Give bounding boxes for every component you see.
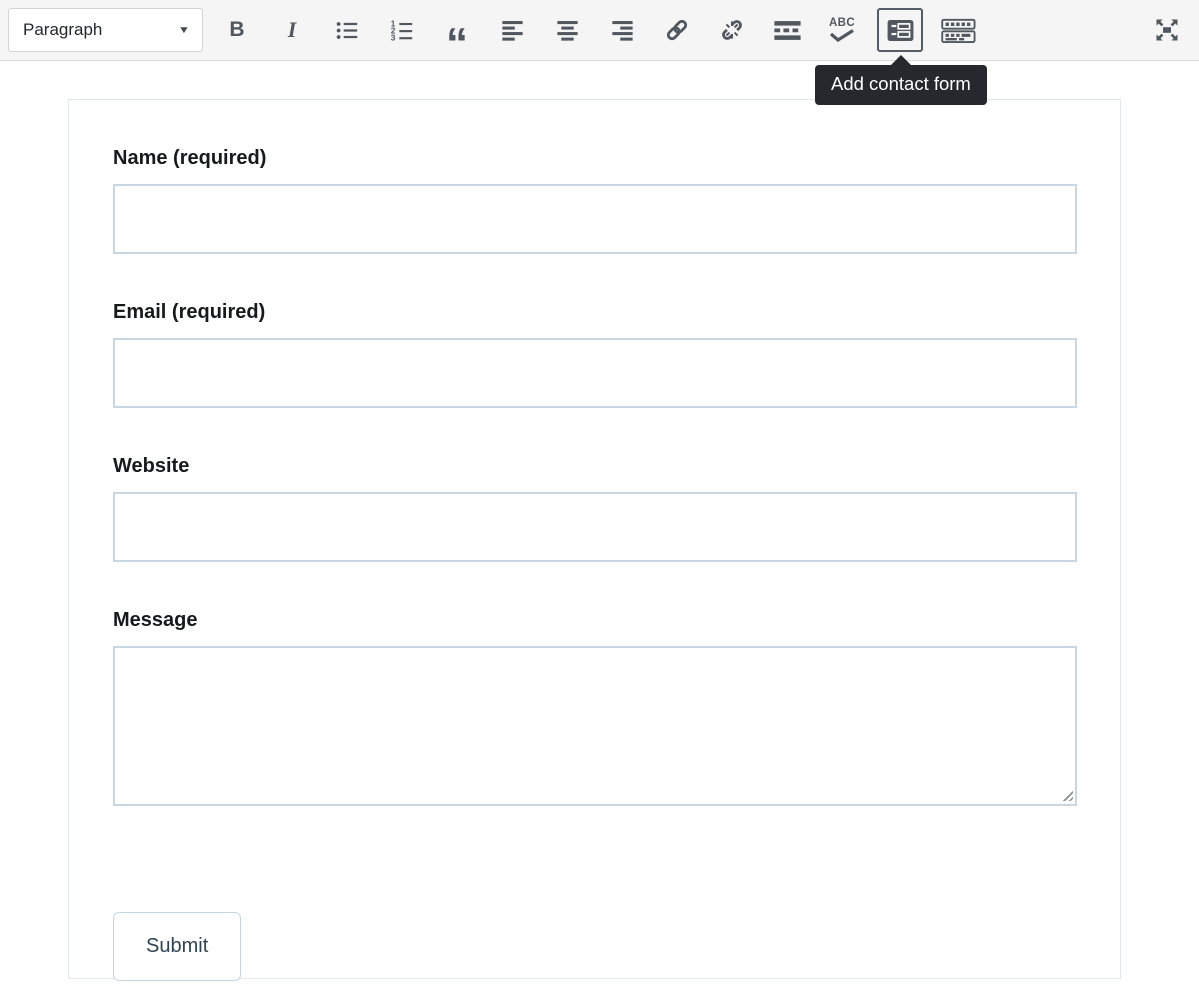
message-textarea[interactable] bbox=[113, 646, 1077, 806]
contact-form-preview: Name (required) Email (required) Website… bbox=[68, 99, 1121, 979]
fullscreen-icon bbox=[1153, 16, 1181, 44]
unlink-icon bbox=[718, 16, 746, 44]
read-more-button[interactable] bbox=[767, 10, 807, 50]
paragraph-dropdown-value: Paragraph bbox=[23, 20, 102, 40]
tooltip-text: Add contact form bbox=[831, 73, 971, 94]
email-input[interactable] bbox=[113, 338, 1077, 408]
align-center-icon bbox=[554, 17, 581, 44]
italic-button[interactable]: I bbox=[272, 10, 312, 50]
message-textarea-wrap bbox=[113, 646, 1077, 806]
field-group-name: Name (required) bbox=[113, 146, 1077, 254]
field-group-website: Website bbox=[113, 454, 1077, 562]
keyboard-icon bbox=[941, 17, 976, 44]
align-left-button[interactable] bbox=[492, 10, 532, 50]
add-contact-form-tooltip: Add contact form bbox=[815, 65, 987, 105]
spellcheck-button[interactable]: ABC bbox=[822, 10, 862, 50]
fullscreen-button[interactable] bbox=[1147, 10, 1187, 50]
field-group-email: Email (required) bbox=[113, 300, 1077, 408]
align-right-icon bbox=[609, 17, 636, 44]
link-icon bbox=[663, 16, 691, 44]
italic-icon: I bbox=[288, 17, 297, 43]
add-contact-form-button[interactable] bbox=[877, 8, 923, 52]
field-label-name: Name (required) bbox=[113, 146, 1077, 171]
align-right-button[interactable] bbox=[602, 10, 642, 50]
insert-link-button[interactable] bbox=[657, 10, 697, 50]
spellcheck-check-icon bbox=[829, 29, 855, 42]
chevron-down-icon: ▼ bbox=[178, 25, 190, 36]
paragraph-dropdown[interactable]: Paragraph ▼ bbox=[8, 8, 203, 52]
field-group-message: Message bbox=[113, 608, 1077, 806]
website-input[interactable] bbox=[113, 492, 1077, 562]
add-contact-form-icon bbox=[885, 17, 916, 44]
submit-button[interactable]: Submit bbox=[113, 912, 241, 981]
spellcheck-abc-label: ABC bbox=[829, 18, 855, 30]
bold-icon: B bbox=[229, 18, 244, 42]
editor-content-area: Name (required) Email (required) Website… bbox=[0, 99, 1199, 979]
numbered-list-button[interactable]: 1 2 3 bbox=[382, 10, 422, 50]
numbered-list-icon: 1 2 3 bbox=[389, 17, 416, 44]
field-label-email: Email (required) bbox=[113, 300, 1077, 325]
align-center-button[interactable] bbox=[547, 10, 587, 50]
align-left-icon bbox=[499, 17, 526, 44]
editor-toolbar: Paragraph ▼ B I 1 2 3 “ bbox=[0, 0, 1199, 61]
read-more-icon bbox=[773, 18, 802, 43]
field-label-message: Message bbox=[113, 608, 1077, 633]
bullet-list-icon bbox=[334, 17, 361, 44]
name-input[interactable] bbox=[113, 184, 1077, 254]
bullet-list-button[interactable] bbox=[327, 10, 367, 50]
svg-text:3: 3 bbox=[390, 32, 395, 42]
keyboard-shortcuts-button[interactable] bbox=[938, 10, 978, 50]
field-label-website: Website bbox=[113, 454, 1077, 479]
blockquote-button[interactable]: “ bbox=[437, 10, 477, 50]
remove-link-button[interactable] bbox=[712, 10, 752, 50]
bold-button[interactable]: B bbox=[217, 10, 257, 50]
